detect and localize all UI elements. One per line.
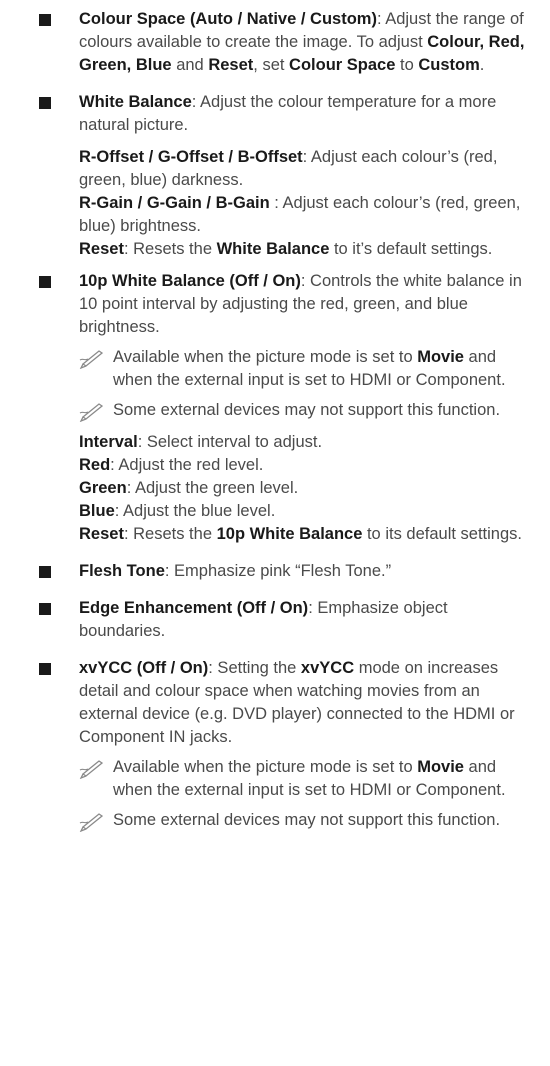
ten-p-title: 10p White Balance (Off / On) <box>79 272 301 290</box>
blue-line: Blue: Adjust the blue level. <box>79 500 530 523</box>
colour-space-text: Colour Space (Auto / Native / Custom): A… <box>79 8 530 77</box>
ten-p-text: 10p White Balance (Off / On): Controls t… <box>79 270 530 339</box>
flesh-tone-title: Flesh Tone <box>79 562 165 580</box>
white-balance-title: White Balance <box>79 93 192 111</box>
wb-reset-desc-end: to it’s default settings. <box>329 240 493 258</box>
bullet-square-icon <box>39 603 51 615</box>
wb-reset-line: Reset: Resets the White Balance to it’s … <box>79 238 530 261</box>
item-flesh-tone: Flesh Tone: Emphasize pink “Flesh Tone.” <box>20 560 530 583</box>
pencil-note-icon <box>79 350 104 369</box>
ten-p-reset-label: Reset <box>79 525 124 543</box>
red-line: Red: Adjust the red level. <box>79 454 530 477</box>
green-line: Green: Adjust the green level. <box>79 477 530 500</box>
xvycc-note-movie: Available when the picture mode is set t… <box>79 756 530 802</box>
wb-reset-label: Reset <box>79 240 124 258</box>
interval-line: Interval: Select interval to adjust. <box>79 431 530 454</box>
red-desc: : Adjust the red level. <box>110 456 264 474</box>
note-movie-bold: Movie <box>417 348 464 366</box>
white-balance-sub: R-Offset / G-Offset / B-Offset: Adjust e… <box>79 146 530 261</box>
bullet-square-icon <box>39 566 51 578</box>
ten-p-reset-bold: 10p White Balance <box>216 525 363 543</box>
colour-space-title: Colour Space (Auto / Native / Custom) <box>79 10 377 28</box>
colour-space-name: Colour Space <box>289 56 396 74</box>
wb-reset-bold: White Balance <box>216 240 330 258</box>
ten-p-sub: Interval: Select interval to adjust. Red… <box>79 431 530 546</box>
xvycc-bold: xvYCC <box>300 659 355 677</box>
white-balance-text: White Balance: Adjust the colour tempera… <box>79 91 530 137</box>
xvycc-desc: : Setting the <box>208 659 301 677</box>
offset-line: R-Offset / G-Offset / B-Offset: Adjust e… <box>79 146 530 192</box>
xvycc-text: xvYCC (Off / On): Setting the xvYCC mode… <box>79 657 530 749</box>
offset-label: R-Offset / G-Offset / B-Offset <box>79 148 303 166</box>
gain-line: R-Gain / G-Gain / B-Gain : Adjust each c… <box>79 192 530 238</box>
text-to: to <box>395 56 419 74</box>
interval-desc: : Select interval to adjust. <box>137 433 323 451</box>
flesh-tone-text: Flesh Tone: Emphasize pink “Flesh Tone.” <box>79 560 530 583</box>
gain-label: R-Gain / G-Gain / B-Gain <box>79 194 270 212</box>
colour-space-custom: Custom <box>418 56 480 74</box>
bullet-square-icon <box>39 663 51 675</box>
green-label: Green <box>79 479 127 497</box>
edge-text: Edge Enhancement (Off / On): Emphasize o… <box>79 597 530 643</box>
note-movie-text: Available when the picture mode is set t… <box>113 348 418 366</box>
ten-p-reset-desc-end: to its default settings. <box>362 525 522 543</box>
bullet-square-icon <box>39 276 51 288</box>
interval-label: Interval <box>79 433 138 451</box>
pencil-note-icon <box>79 403 104 422</box>
wb-reset-desc: : Resets the <box>123 240 217 258</box>
ten-p-reset-line: Reset: Resets the 10p White Balance to i… <box>79 523 530 546</box>
text-set: , set <box>253 56 290 74</box>
item-white-balance: White Balance: Adjust the colour tempera… <box>20 91 530 261</box>
pencil-note-icon <box>79 813 104 832</box>
xvycc-note-support: Some external devices may not support th… <box>79 809 530 832</box>
pencil-note-icon <box>79 760 104 779</box>
document-page: Colour Space (Auto / Native / Custom) : A… <box>0 0 550 832</box>
bullet-square-icon <box>39 14 51 26</box>
xvycc-note-movie-text: Available when the picture mode is set t… <box>113 758 418 776</box>
ten-p-reset-desc: : Resets the <box>123 525 217 543</box>
text-and: and <box>171 56 209 74</box>
xvycc-note-support-text: Some external devices may not support th… <box>113 811 501 829</box>
item-colour-space: Colour Space (Auto / Native / Custom): A… <box>20 8 530 77</box>
flesh-tone-desc: : Emphasize pink “Flesh Tone.” <box>164 562 392 580</box>
item-edge-enhancement: Edge Enhancement (Off / On): Emphasize o… <box>20 597 530 643</box>
edge-title: Edge Enhancement (Off / On) <box>79 599 309 617</box>
xvycc-note-movie-bold: Movie <box>417 758 464 776</box>
note-support-text: Some external devices may not support th… <box>113 401 501 419</box>
bullet-square-icon <box>39 97 51 109</box>
text-end: . <box>479 56 485 74</box>
item-xvycc: xvYCC (Off / On): Setting the xvYCC mode… <box>20 657 530 832</box>
colour-space-reset: Reset <box>208 56 254 74</box>
note-support: Some external devices may not support th… <box>79 399 530 422</box>
note-movie: Available when the picture mode is set t… <box>79 346 530 392</box>
green-desc: : Adjust the green level. <box>126 479 299 497</box>
blue-desc: : Adjust the blue level. <box>114 502 276 520</box>
blue-label: Blue <box>79 502 115 520</box>
xvycc-title: xvYCC (Off / On) <box>79 659 209 677</box>
red-label: Red <box>79 456 111 474</box>
item-10p-white-balance: 10p White Balance (Off / On): Controls t… <box>20 270 530 546</box>
